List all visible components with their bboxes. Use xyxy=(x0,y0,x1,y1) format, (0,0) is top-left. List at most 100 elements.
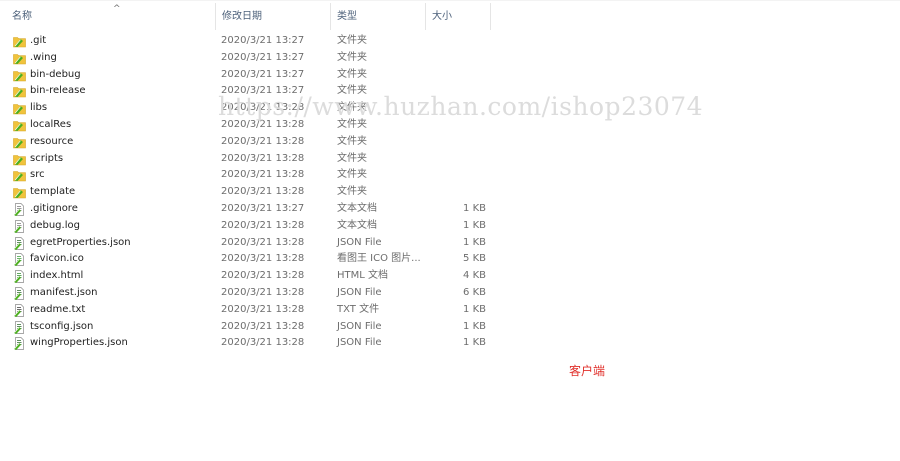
folder-icon xyxy=(13,69,26,82)
file-row[interactable]: scripts 2020/3/21 13:28 文件夹 xyxy=(0,151,495,168)
file-name: wingProperties.json xyxy=(30,337,128,349)
file-name: localRes xyxy=(30,118,72,130)
folder-icon xyxy=(13,153,26,166)
sort-ascending-icon: ^ xyxy=(113,4,121,14)
file-type: JSON File xyxy=(337,337,382,349)
column-header-size-label: 大小 xyxy=(432,11,452,22)
file-type: 文件夹 xyxy=(337,169,367,181)
file-name: src xyxy=(30,169,45,181)
file-size xyxy=(430,167,486,184)
file-type: 文件夹 xyxy=(337,68,367,80)
folder-icon xyxy=(13,35,26,48)
file-size xyxy=(430,33,486,50)
file-date: 2020/3/21 13:28 xyxy=(221,186,305,198)
file-date: 2020/3/21 13:27 xyxy=(221,202,305,214)
column-header-type[interactable]: 类型 xyxy=(331,3,426,30)
file-date: 2020/3/21 13:27 xyxy=(221,35,305,46)
column-header-size[interactable]: 大小 xyxy=(426,3,491,30)
file-date: 2020/3/21 13:28 xyxy=(221,219,305,231)
folder-icon xyxy=(13,119,26,132)
file-type: 文件夹 xyxy=(337,51,367,63)
file-size: 1 KB xyxy=(463,337,486,349)
html-file-icon xyxy=(13,270,26,284)
file-type: JSON File xyxy=(337,286,382,298)
file-name: tsconfig.json xyxy=(30,320,94,332)
top-border xyxy=(0,0,900,1)
file-type: 文件夹 xyxy=(337,135,367,147)
file-type: 文本文档 xyxy=(337,202,377,214)
file-date: 2020/3/21 13:28 xyxy=(221,135,305,147)
file-row[interactable]: wingProperties.json 2020/3/21 13:28 JSON F… xyxy=(0,335,495,352)
file-date: 2020/3/21 13:28 xyxy=(221,169,305,181)
file-name: debug.log xyxy=(30,219,80,231)
file-row[interactable]: manifest.json 2020/3/21 13:28 JSON File 6 K… xyxy=(0,285,495,302)
file-size xyxy=(430,67,486,84)
file-name: .wing xyxy=(30,51,57,63)
file-row[interactable]: src 2020/3/21 13:28 文件夹 xyxy=(0,167,495,184)
folder-icon xyxy=(13,169,26,182)
file-row[interactable]: readme.txt 2020/3/21 13:28 TXT 文件 1 KB xyxy=(0,302,495,319)
file-name: bin-debug xyxy=(30,68,81,80)
file-row[interactable]: index.html 2020/3/21 13:28 HTML 文档 4 KB xyxy=(0,268,495,285)
folder-icon xyxy=(13,52,26,65)
folder-icon xyxy=(13,85,26,98)
file-date: 2020/3/21 13:27 xyxy=(221,51,305,63)
column-header-name-label: 名称 xyxy=(12,11,32,22)
folder-icon xyxy=(13,136,26,149)
folder-icon xyxy=(13,102,26,115)
file-row[interactable]: bin-debug 2020/3/21 13:27 文件夹 xyxy=(0,67,495,84)
file-size: 5 KB xyxy=(463,253,486,265)
file-date: 2020/3/21 13:28 xyxy=(221,152,305,164)
file-size: 4 KB xyxy=(463,270,486,282)
file-size xyxy=(430,184,486,201)
file-size xyxy=(430,134,486,151)
file-type: 文本文档 xyxy=(337,219,377,231)
file-row[interactable]: template 2020/3/21 13:28 文件夹 xyxy=(0,184,495,201)
file-row[interactable]: tsconfig.json 2020/3/21 13:28 JSON File 1 K… xyxy=(0,319,495,336)
file-list: .git 2020/3/21 13:27 文件夹 .wing 2020/3/21 13:… xyxy=(0,33,495,352)
file-row[interactable]: favicon.ico 2020/3/21 13:28 看图王 ICO 图片... 5… xyxy=(0,251,495,268)
file-date: 2020/3/21 13:28 xyxy=(221,303,305,315)
watermark-text: https://www.huzhan.com/ishop23074 xyxy=(218,92,704,121)
file-name: .gitignore xyxy=(30,202,78,214)
file-date: 2020/3/21 13:28 xyxy=(221,337,305,349)
file-name: libs xyxy=(30,102,48,114)
txt-file-icon xyxy=(13,303,26,317)
json-file-icon xyxy=(13,236,26,250)
file-type: JSON File xyxy=(337,320,382,332)
file-name: .git xyxy=(30,35,47,46)
file-row[interactable]: resource 2020/3/21 13:28 文件夹 xyxy=(0,134,495,151)
file-row[interactable]: .gitignore 2020/3/21 13:27 文本文档 1 KB xyxy=(0,201,495,218)
file-type: JSON File xyxy=(337,236,382,248)
file-size: 1 KB xyxy=(463,202,486,214)
column-header-date[interactable]: 修改日期 xyxy=(216,3,331,30)
file-type: 文件夹 xyxy=(337,35,367,46)
file-name: bin-release xyxy=(30,85,86,97)
caption-label: 客户端 xyxy=(569,364,606,378)
file-date: 2020/3/21 13:28 xyxy=(221,320,305,332)
column-header-name[interactable]: 名称 ^ xyxy=(6,3,216,30)
file-row[interactable]: .git 2020/3/21 13:27 文件夹 xyxy=(0,33,495,50)
file-size: 1 KB xyxy=(463,219,486,231)
file-type: 文件夹 xyxy=(337,186,367,198)
file-type: TXT 文件 xyxy=(337,303,380,315)
file-name: scripts xyxy=(30,152,64,164)
file-row[interactable]: egretProperties.json 2020/3/21 13:28 JSON … xyxy=(0,235,495,252)
file-size: 6 KB xyxy=(463,286,486,298)
file-size xyxy=(430,50,486,67)
file-size xyxy=(430,151,486,168)
json-file-icon xyxy=(13,337,26,351)
json-file-icon xyxy=(13,320,26,334)
file-size: 1 KB xyxy=(463,320,486,332)
file-name: favicon.ico xyxy=(30,253,84,265)
file-name: egretProperties.json xyxy=(30,236,131,248)
column-header-date-label: 修改日期 xyxy=(222,11,262,22)
file-type: 文件夹 xyxy=(337,152,367,164)
file-size: 1 KB xyxy=(463,303,486,315)
file-row[interactable]: debug.log 2020/3/21 13:28 文本文档 1 KB xyxy=(0,218,495,235)
image-file-icon xyxy=(13,253,26,267)
file-row[interactable]: .wing 2020/3/21 13:27 文件夹 xyxy=(0,50,495,67)
file-name: template xyxy=(30,186,76,198)
file-size: 1 KB xyxy=(463,236,486,248)
text-file-icon xyxy=(13,203,26,216)
